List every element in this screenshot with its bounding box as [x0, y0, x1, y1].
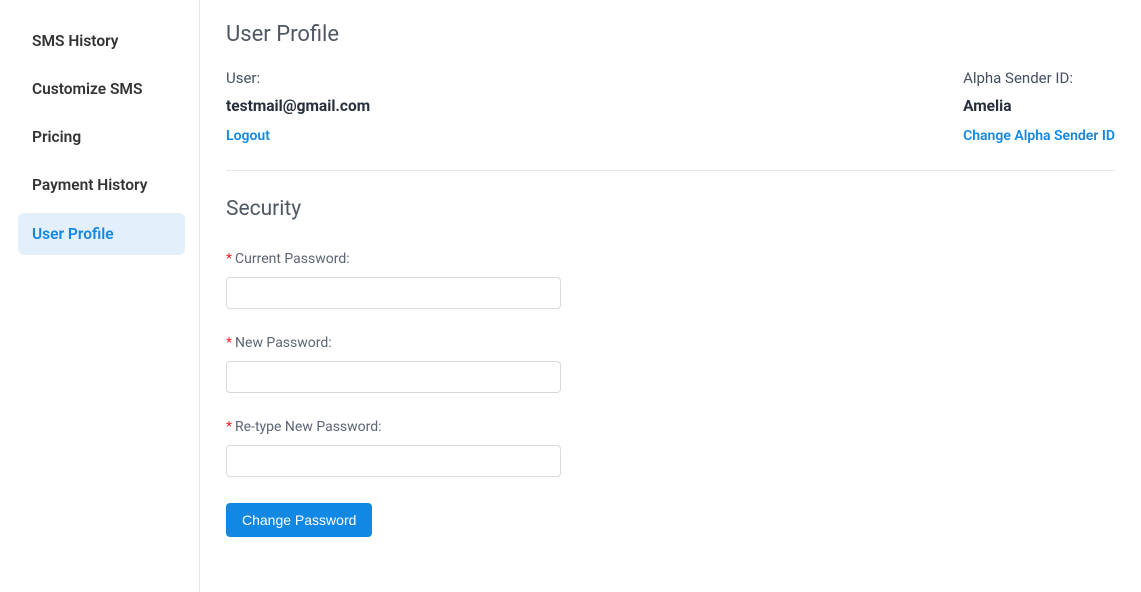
- change-password-button[interactable]: Change Password: [226, 503, 372, 537]
- page-title: User Profile: [226, 22, 1115, 47]
- sidebar-item-sms-history[interactable]: SMS History: [18, 20, 185, 62]
- current-password-input[interactable]: [226, 277, 561, 309]
- new-password-input[interactable]: [226, 361, 561, 393]
- retype-password-label-text: Re-type New Password:: [235, 419, 382, 435]
- logout-link[interactable]: Logout: [226, 128, 270, 144]
- sidebar-item-user-profile[interactable]: User Profile: [18, 213, 185, 255]
- retype-password-group: *Re-type New Password:: [226, 419, 1115, 477]
- security-title: Security: [226, 197, 1115, 221]
- required-asterisk: *: [226, 251, 232, 267]
- required-asterisk: *: [226, 335, 232, 351]
- current-password-label: *Current Password:: [226, 251, 1115, 267]
- profile-info-row: User: testmail@gmail.com Logout Alpha Se…: [226, 69, 1115, 171]
- sidebar: SMS History Customize SMS Pricing Paymen…: [0, 0, 200, 592]
- sidebar-item-customize-sms[interactable]: Customize SMS: [18, 68, 185, 110]
- alpha-sender-block: Alpha Sender ID: Amelia Change Alpha Sen…: [963, 69, 1115, 144]
- change-alpha-sender-link[interactable]: Change Alpha Sender ID: [963, 128, 1115, 144]
- current-password-group: *Current Password:: [226, 251, 1115, 309]
- sidebar-item-payment-history[interactable]: Payment History: [18, 164, 185, 206]
- sidebar-item-pricing[interactable]: Pricing: [18, 116, 185, 158]
- alpha-sender-label: Alpha Sender ID:: [963, 69, 1115, 87]
- new-password-label-text: New Password:: [235, 335, 332, 351]
- retype-password-input[interactable]: [226, 445, 561, 477]
- alpha-sender-value: Amelia: [963, 97, 1115, 115]
- new-password-group: *New Password:: [226, 335, 1115, 393]
- required-asterisk: *: [226, 419, 232, 435]
- user-email: testmail@gmail.com: [226, 97, 370, 115]
- user-info-block: User: testmail@gmail.com Logout: [226, 69, 370, 144]
- main-content: User Profile User: testmail@gmail.com Lo…: [200, 0, 1141, 592]
- user-label: User:: [226, 69, 370, 87]
- retype-password-label: *Re-type New Password:: [226, 419, 1115, 435]
- new-password-label: *New Password:: [226, 335, 1115, 351]
- current-password-label-text: Current Password:: [235, 251, 350, 267]
